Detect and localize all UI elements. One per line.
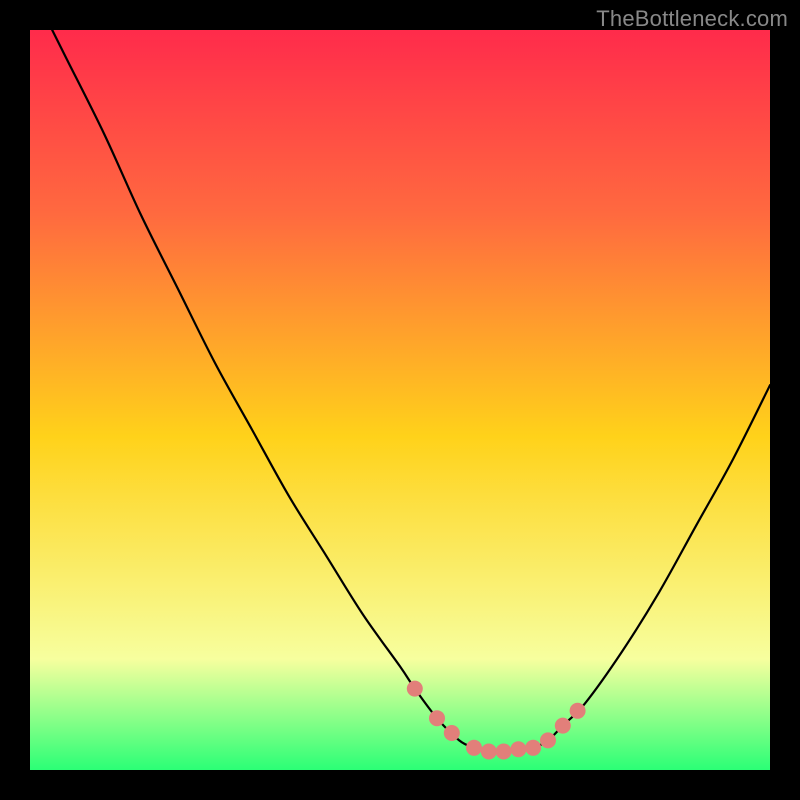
- optimal-marker: [466, 740, 482, 756]
- watermark-text: TheBottleneck.com: [596, 6, 788, 32]
- plot-area: [30, 30, 770, 770]
- optimal-marker: [570, 703, 586, 719]
- optimal-marker: [555, 718, 571, 734]
- chart-container: TheBottleneck.com: [0, 0, 800, 800]
- optimal-marker: [510, 741, 526, 757]
- optimal-marker: [429, 710, 445, 726]
- optimal-marker: [525, 740, 541, 756]
- bottleneck-curve: [30, 30, 770, 770]
- optimal-marker: [496, 744, 512, 760]
- optimal-marker: [444, 725, 460, 741]
- optimal-marker: [540, 732, 556, 748]
- optimal-marker: [407, 681, 423, 697]
- optimal-marker: [481, 744, 497, 760]
